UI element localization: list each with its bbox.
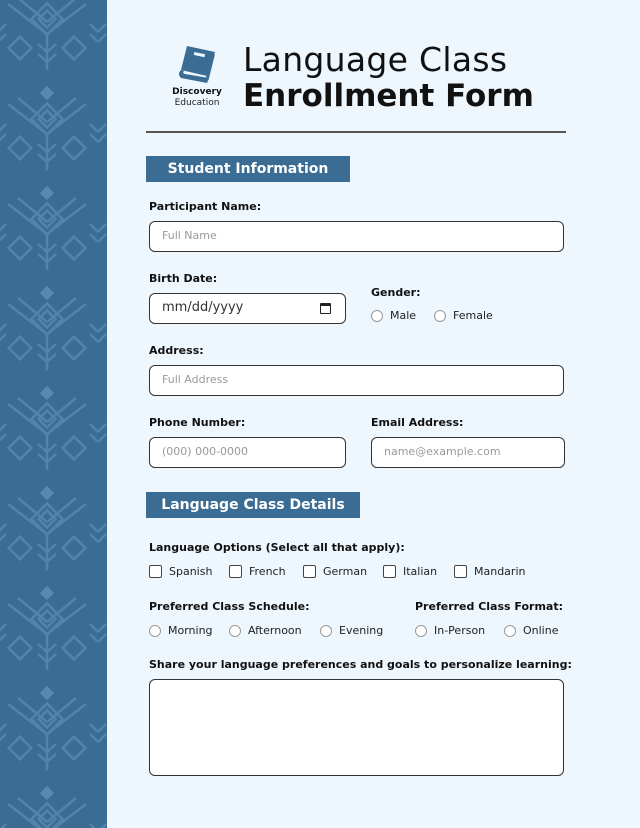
birth-date-input[interactable]: mm/dd/yyyy xyxy=(149,293,346,324)
goals-label: Share your language preferences and goal… xyxy=(149,658,572,671)
radio-icon[interactable] xyxy=(415,624,427,637)
option-label: Afternoon xyxy=(248,624,302,637)
gender-option-male[interactable]: Male xyxy=(371,309,416,322)
option-label: Online xyxy=(523,624,559,637)
option-label: Italian xyxy=(403,565,438,578)
phone-number-label: Phone Number: xyxy=(149,416,246,429)
option-label: Spanish xyxy=(169,565,213,578)
option-label: German xyxy=(323,565,368,578)
logo-line2: Education xyxy=(174,98,220,108)
schedule-option-morning[interactable]: Morning xyxy=(149,624,213,637)
gender-label: Gender: xyxy=(371,286,421,299)
schedule-option-afternoon[interactable]: Afternoon xyxy=(229,624,302,637)
goals-textarea[interactable] xyxy=(149,679,564,776)
radio-icon[interactable] xyxy=(320,624,332,637)
birth-date-label: Birth Date: xyxy=(149,272,218,285)
address-label: Address: xyxy=(149,344,204,357)
language-option-spanish[interactable]: Spanish xyxy=(149,565,212,578)
logo-line1: Discovery xyxy=(172,87,222,97)
class-schedule-label: Preferred Class Schedule: xyxy=(149,600,310,613)
decorative-sidebar xyxy=(0,0,107,828)
language-option-mandarin[interactable]: Mandarin xyxy=(454,565,525,578)
tribal-pattern xyxy=(0,0,107,828)
checkbox-icon[interactable] xyxy=(303,565,316,578)
section-student-information: Student Information xyxy=(146,156,350,182)
option-label: French xyxy=(249,565,286,578)
form-page: Discovery Education Language Class Enrol… xyxy=(107,0,640,828)
radio-icon[interactable] xyxy=(434,309,446,322)
gender-option-female[interactable]: Female xyxy=(434,309,493,322)
language-option-german[interactable]: German xyxy=(303,565,367,578)
radio-icon[interactable] xyxy=(504,624,516,637)
option-label: Evening xyxy=(339,624,384,637)
email-address-input[interactable]: name@example.com xyxy=(371,437,565,468)
language-options-label: Language Options (Select all that apply)… xyxy=(149,541,405,554)
option-label: In-Person xyxy=(434,624,486,637)
book-icon xyxy=(179,46,215,83)
birth-date-placeholder: mm/dd/yyyy xyxy=(162,300,244,315)
format-option-in-person[interactable]: In-Person xyxy=(415,624,485,637)
schedule-option-evening[interactable]: Evening xyxy=(320,624,383,637)
checkbox-icon[interactable] xyxy=(149,565,162,578)
option-label: Morning xyxy=(168,624,213,637)
page-title-line1: Language Class xyxy=(243,40,508,79)
section-language-class-details: Language Class Details xyxy=(146,492,360,518)
radio-icon[interactable] xyxy=(149,624,161,637)
participant-name-label: Participant Name: xyxy=(149,200,262,213)
radio-icon[interactable] xyxy=(229,624,241,637)
format-option-online[interactable]: Online xyxy=(504,624,558,637)
option-label: Female xyxy=(453,309,493,322)
option-label: Male xyxy=(390,309,417,322)
radio-icon[interactable] xyxy=(371,309,383,322)
checkbox-icon[interactable] xyxy=(383,565,396,578)
participant-name-input[interactable]: Full Name xyxy=(149,221,564,252)
calendar-icon[interactable] xyxy=(320,303,331,314)
phone-number-input[interactable]: (000) 000-0000 xyxy=(149,437,346,468)
class-format-label: Preferred Class Format: xyxy=(415,600,563,613)
checkbox-icon[interactable] xyxy=(454,565,467,578)
email-address-label: Email Address: xyxy=(371,416,464,429)
page-title-line2: Enrollment Form xyxy=(243,78,534,114)
option-label: Mandarin xyxy=(474,565,526,578)
checkbox-icon[interactable] xyxy=(229,565,242,578)
divider xyxy=(146,131,566,133)
language-option-italian[interactable]: Italian xyxy=(383,565,437,578)
address-input[interactable]: Full Address xyxy=(149,365,564,396)
language-option-french[interactable]: French xyxy=(229,565,286,578)
logo: Discovery Education xyxy=(169,44,225,109)
